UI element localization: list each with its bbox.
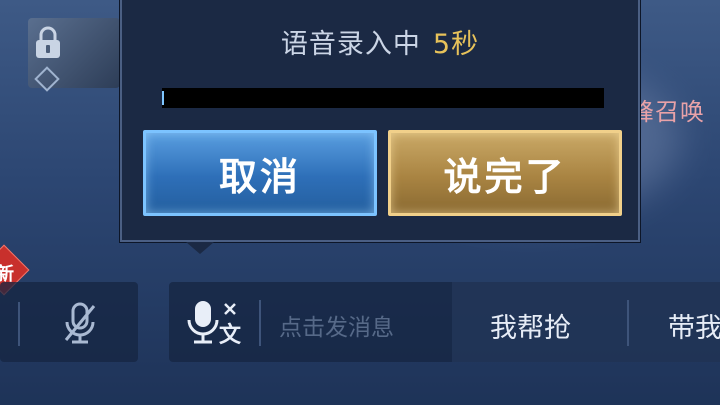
- divider: [18, 302, 20, 346]
- quick-message-button[interactable]: 我帮抢: [490, 306, 571, 345]
- recording-seconds: 5秒: [432, 29, 480, 60]
- lock-icon: [36, 26, 60, 58]
- mic-muted-icon[interactable]: [60, 300, 100, 346]
- chat-message-input[interactable]: 点击发消息: [279, 308, 394, 342]
- recording-progress-fill: [162, 91, 164, 105]
- voice-to-text-icon[interactable]: 文: [185, 298, 243, 348]
- recording-progress-bar: [162, 88, 604, 108]
- recording-title: 语音录入中: [280, 29, 421, 60]
- recording-status: 语音录入中 5秒: [122, 22, 638, 61]
- locked-avatar-tile[interactable]: [28, 18, 120, 92]
- cancel-button[interactable]: 取消: [143, 130, 377, 216]
- divider: [627, 300, 629, 346]
- quick-message-button[interactable]: 带我: [668, 306, 720, 345]
- diamond-indicator-icon: [34, 66, 60, 92]
- dialog-pointer: [186, 242, 214, 254]
- voice-recording-dialog: 语音录入中 5秒 取消 说完了: [120, 0, 640, 242]
- divider: [259, 300, 261, 346]
- finish-speaking-button[interactable]: 说完了: [388, 130, 622, 216]
- svg-text:文: 文: [219, 322, 242, 348]
